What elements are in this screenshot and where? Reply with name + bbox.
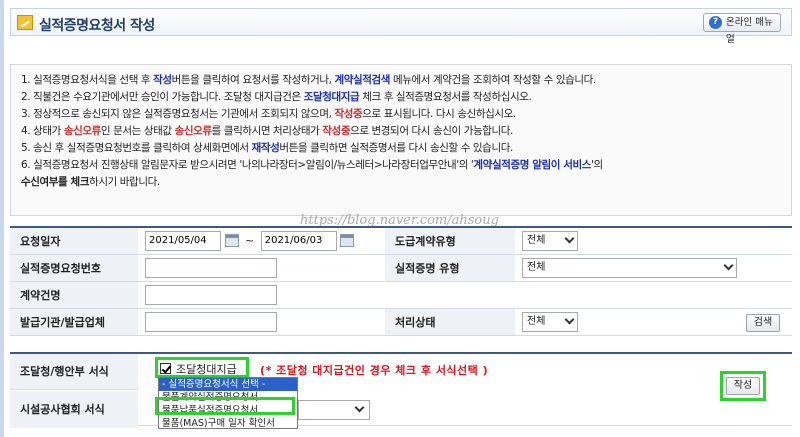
notice-text: 작성중: [322, 125, 351, 137]
help-icon: ?: [709, 16, 722, 29]
contract-name-cell: [138, 281, 385, 309]
calendar-icon[interactable]: [224, 234, 239, 248]
notice-box: 1. 실적증명요청서식을 선택 후 작성버튼을 클릭하여 요청서를 작성하거나,…: [10, 64, 792, 216]
contract-type-cell: 전체: [515, 226, 792, 255]
write-icon: [17, 15, 33, 30]
status-select[interactable]: 전체: [522, 311, 578, 332]
search-form: 요청일자 ~ 도급계약유형 전체 실적증명요청번호 실적증명 유형 전체: [10, 226, 792, 336]
notice-text: 수신여부를 체크: [21, 176, 90, 188]
chevron-down-icon: [564, 314, 575, 324]
online-manual-button[interactable]: ? 온라인 매뉴얼: [703, 13, 781, 45]
chevron-down-icon: [564, 233, 575, 244]
notice-item: 3. 정상적으로 송신되지 않은 실적증명요청서는 기관에서 조회되지 않으며,…: [21, 106, 781, 123]
cert-type-value: 전체: [527, 261, 546, 273]
notice-text: 버튼을 클릭하면 실적증명서를 다시 송신할 수 있습니다.: [279, 142, 513, 154]
request-date-label: 요청일자: [10, 226, 138, 255]
notice-text: 계약실적증명 알림이 서비스: [473, 159, 592, 171]
form-select-section: 조달청/행안부 서식 시설공사협회 서식 조달청대지급 (* 조달청 대지급건인…: [10, 352, 792, 429]
contract-type-value: 전체: [527, 234, 546, 246]
contract-name-input[interactable]: [145, 284, 277, 305]
notice-text: 작성중: [334, 108, 363, 120]
request-no-label: 실적증명요청번호: [10, 254, 138, 282]
notice-text: 계약실적검색: [334, 74, 391, 86]
notice-text: 버튼을 클릭하여 요청서를 작성하거나,: [171, 74, 335, 86]
option-highlight-box: [155, 397, 295, 415]
date-to-input[interactable]: [260, 230, 337, 251]
facility-form-label: 시설공사협회 서식: [10, 391, 138, 428]
status-label: 처리상태: [385, 308, 515, 336]
pps-checkbox[interactable]: [160, 363, 171, 374]
write-button-highlight: 작성: [720, 371, 766, 401]
pps-form-label: 조달청/행안부 서식: [10, 354, 138, 390]
notice-text: 4. 상태가: [21, 125, 64, 137]
contract-type-label: 도급계약유형: [385, 226, 515, 255]
notice-text: 5. 송신 후 실적증명요청번호를 클릭하여 상세화면에서: [21, 142, 252, 154]
date-range-tilde: ~: [245, 234, 255, 248]
cert-type-label: 실적증명 유형: [385, 254, 515, 282]
notice-text: 3. 정상적으로 송신되지 않은 실적증명요청서는 기관에서 조회되지 않으며,: [21, 108, 335, 120]
notice-item: 1. 실적증명요청서식을 선택 후 작성버튼을 클릭하여 요청서를 작성하거나,…: [21, 72, 781, 89]
date-from-input[interactable]: [145, 230, 221, 251]
notice-item: 수신여부를 체크하시기 바랍니다.: [21, 174, 781, 191]
cert-type-select[interactable]: 전체: [522, 257, 737, 278]
notice-text: 하시기 바랍니다.: [89, 176, 160, 188]
chevron-down-icon: [723, 260, 734, 270]
notice-list: 1. 실적증명요청서식을 선택 후 작성버튼을 클릭하여 요청서를 작성하거나,…: [21, 72, 781, 191]
status-cell: 전체 검색: [515, 308, 792, 336]
pps-checkbox-label: 조달청대지급: [176, 363, 237, 376]
search-button[interactable]: 검색: [746, 313, 780, 332]
pps-note: (* 조달청 대지급건인 경우 체크 후 서식선택 ): [260, 364, 489, 377]
dropdown-option[interactable]: 물품(MAS)구매 일자 확인서: [159, 417, 297, 428]
issuer-cell: [138, 308, 385, 336]
notice-item: 2. 직불건은 수요기관에서만 승인이 가능합니다. 조달청 대지급건은 조달청…: [21, 89, 781, 106]
notice-text: 조달청대지급: [303, 91, 360, 103]
calendar-icon[interactable]: [340, 234, 355, 248]
notice-text: 체크 후 실적증명요청서를 작성하십시오.: [359, 91, 532, 103]
notice-text: 를 클릭하시면 처리상태가: [211, 125, 323, 137]
notice-item: 6. 실적증명요청서 진행상태 알림문자로 받으시려면 '나의나라장터>알림이/…: [21, 157, 781, 174]
notice-text: 재작성: [251, 142, 280, 154]
left-edge-bar: [0, 0, 4, 437]
page-title: 실적증명요청서 작성: [39, 18, 155, 34]
notice-text: 송신오류: [63, 125, 101, 137]
notice-item: 4. 상태가 송신오류인 문서는 상태값 송신오류를 클릭하시면 처리상태가 작…: [21, 123, 781, 140]
chevron-down-icon: [354, 402, 365, 413]
notice-text: 2. 직불건은 수요기관에서만 승인이 가능합니다. 조달청 대지급건은: [21, 91, 304, 103]
request-no-input[interactable]: [145, 257, 277, 278]
notice-text: 송신오류: [174, 125, 212, 137]
notice-text: 메뉴에서 계약건을 조회하여 작성할 수 있습니다.: [390, 74, 596, 86]
notice-text: 으로 변경되어 다시 송신이 가능합니다.: [350, 125, 513, 137]
dropdown-option[interactable]: - 실적증명요청서식 선택 -: [159, 378, 297, 391]
notice-text: 1. 실적증명요청서식을 선택 후: [21, 74, 154, 86]
notice-text: 작성: [153, 74, 172, 86]
request-date-cell: ~: [138, 226, 385, 255]
notice-text: '의: [591, 159, 603, 171]
request-no-cell: [138, 254, 385, 282]
issuer-label: 발급기관/발급업체: [10, 308, 138, 336]
notice-text: 으로 표시됩니다. 다시 송신하십시오.: [362, 108, 516, 120]
facility-form-select[interactable]: [298, 400, 370, 420]
notice-text: 6. 실적증명요청서 진행상태 알림문자로 받으시려면 '나의나라장터>알림이/…: [21, 159, 474, 171]
contract-name-label: 계약건명: [10, 281, 138, 309]
page-header: 실적증명요청서 작성 ? 온라인 매뉴얼: [10, 8, 792, 45]
online-manual-label: 온라인 매뉴얼: [726, 17, 773, 45]
notice-text: 인 문서는 상태값: [100, 125, 175, 137]
notice-item: 5. 송신 후 실적증명요청번호를 클릭하여 상세화면에서 재작성버튼을 클릭하…: [21, 140, 781, 157]
pps-checkbox-highlight[interactable]: 조달청대지급: [155, 357, 249, 378]
write-button[interactable]: 작성: [726, 377, 760, 395]
contract-type-select[interactable]: 전체: [522, 230, 578, 251]
cert-type-cell: 전체: [515, 254, 792, 282]
issuer-input[interactable]: [145, 311, 277, 332]
status-value: 전체: [527, 315, 546, 327]
